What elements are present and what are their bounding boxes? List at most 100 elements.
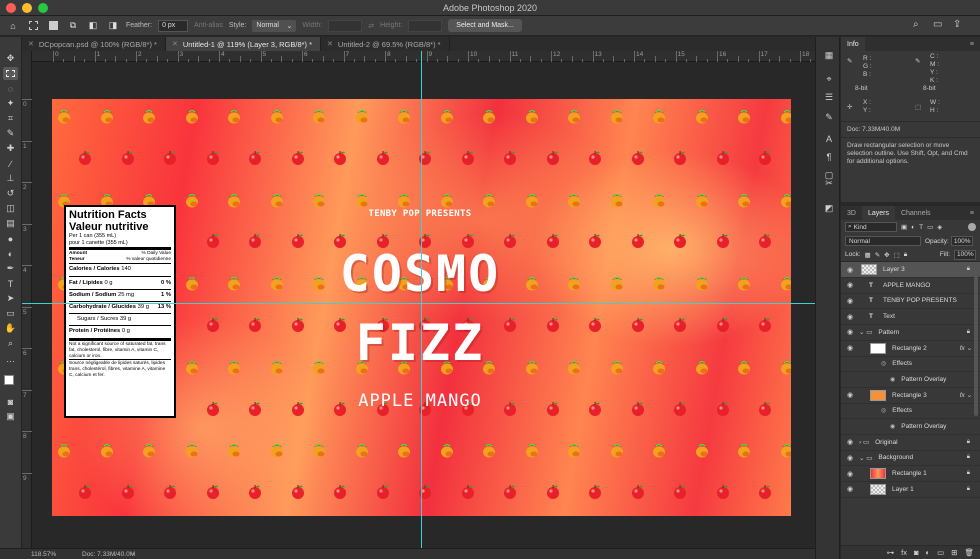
add-style-icon[interactable]: fx <box>901 548 907 557</box>
height-input[interactable] <box>408 19 443 32</box>
tools-panel-icon[interactable]: ✂ <box>823 177 835 189</box>
feather-input[interactable]: 0 px <box>158 19 189 32</box>
layer-row[interactable]: ◎ Effects <box>841 356 980 373</box>
layer-row[interactable]: ◉ Pattern Overlay <box>841 372 980 388</box>
history-brush-icon[interactable]: ↺ <box>3 187 18 200</box>
filter-toggle[interactable] <box>968 223 976 231</box>
home-icon[interactable]: ⌂ <box>6 19 20 33</box>
eyedropper-icon[interactable]: ✎ <box>3 127 18 140</box>
healing-brush-icon[interactable]: ✚ <box>3 142 18 155</box>
blend-mode-select[interactable]: Normal <box>845 236 921 246</box>
gradient-icon[interactable]: ▤ <box>3 217 18 230</box>
brush-panel-icon[interactable]: ✎ <box>823 111 835 123</box>
share-icon[interactable]: ⇪ <box>953 19 961 30</box>
rectangular-marquee-icon[interactable] <box>3 67 18 80</box>
visibility-eye-icon[interactable]: ◉ <box>845 485 855 493</box>
anti-alias-checkbox[interactable]: Anti-alias <box>194 22 223 29</box>
eraser-icon[interactable]: ◫ <box>3 202 18 215</box>
filter-type-icon[interactable]: T <box>919 224 923 231</box>
subtract-selection-icon[interactable]: ◧ <box>86 19 100 33</box>
layer-name[interactable]: Pattern <box>878 329 899 336</box>
trash-icon[interactable]: 🗑︎ <box>964 548 974 557</box>
layer-row[interactable]: ◉ › ▭ Original 🔒︎ <box>841 435 980 451</box>
layer-name[interactable]: APPLE MANGO <box>883 282 930 289</box>
minimize-window-button[interactable] <box>22 2 32 13</box>
3d-panel-icon[interactable]: ◩ <box>823 202 835 214</box>
visibility-eye-icon[interactable]: ◉ <box>845 438 855 446</box>
lasso-icon[interactable]: ◌ <box>3 82 18 95</box>
visibility-eye-icon[interactable]: ◉ <box>845 454 855 462</box>
layer-row[interactable]: ◉ Pattern Overlay <box>841 419 980 435</box>
tab-3d[interactable]: 3D <box>841 206 862 220</box>
panel-menu-icon[interactable]: ≡ <box>970 210 974 217</box>
new-adjustment-icon[interactable]: ◐ <box>926 548 931 557</box>
layer-name[interactable]: Background <box>878 454 913 461</box>
zoom-icon[interactable]: ⌕ <box>3 337 18 350</box>
layer-name[interactable]: Effects <box>892 360 912 367</box>
layer-name[interactable]: Original <box>875 439 897 446</box>
layer-name[interactable]: TENBY POP PRESENTS <box>883 297 957 304</box>
add-selection-icon[interactable]: ⧉ <box>66 19 80 33</box>
visibility-eye-icon[interactable]: ◉ <box>845 297 855 305</box>
style-select[interactable]: Normal ⌄ <box>252 19 297 32</box>
quick-mask-icon[interactable]: ◙ <box>3 395 18 408</box>
clone-stamp-icon[interactable]: ⊥ <box>3 172 18 185</box>
select-and-mask-button[interactable]: Select and Mask... <box>448 19 522 32</box>
info-panel-icon[interactable]: ⌖ <box>823 73 835 85</box>
tab-dcpopcan[interactable]: ✕ DCpopcan.psd @ 100% (RGB/8*) * <box>22 37 166 51</box>
doc-size[interactable]: Doc: 7.33M/40.0M <box>82 551 135 558</box>
layer-row[interactable]: ◉ ⌄ ▭ Background 🔒︎ <box>841 450 980 467</box>
crop-icon[interactable]: ⌗ <box>3 112 18 125</box>
history-panel-icon[interactable]: ▦ <box>823 49 835 61</box>
link-layers-icon[interactable]: ⊶ <box>887 548 895 557</box>
hand-icon[interactable]: ✋ <box>3 322 18 335</box>
layer-name[interactable]: Pattern Overlay <box>901 376 946 383</box>
filter-pixel-icon[interactable]: ▣ <box>901 223 907 231</box>
lock-artboard-icon[interactable]: ⬚ <box>894 251 900 259</box>
visibility-eye-icon[interactable]: ◉ <box>845 281 855 289</box>
workspace-icon[interactable]: ▭ <box>933 19 942 30</box>
layer-name[interactable]: Rectangle 1 <box>892 470 927 477</box>
panel-menu-icon[interactable]: ≡ <box>970 41 974 48</box>
brush-icon[interactable]: ∕ <box>3 157 18 170</box>
tab-info[interactable]: Info <box>841 37 865 51</box>
zoom-level[interactable]: 118.57% <box>31 551 56 558</box>
move-tool-icon[interactable]: ✥ <box>3 52 18 65</box>
layer-effects-icon[interactable]: fx ⌄ <box>960 344 972 352</box>
layer-name[interactable]: Text <box>883 313 895 320</box>
new-layer-icon[interactable]: ⊞ <box>951 548 957 557</box>
adjustments-panel-icon[interactable]: ☰ <box>823 91 835 103</box>
vertical-guide[interactable] <box>421 51 422 548</box>
layer-row[interactable]: ◉ Rectangle 1 🔒︎ <box>841 466 980 483</box>
layer-name[interactable]: Pattern Overlay <box>901 423 946 430</box>
opacity-input[interactable]: 100% <box>950 236 973 246</box>
horizontal-guide[interactable] <box>22 303 815 304</box>
layer-name[interactable]: Layer 1 <box>892 486 914 493</box>
tab-untitled-2[interactable]: ✕ Untitled-2 @ 69.5% (RGB/8*) * <box>321 37 450 51</box>
visibility-eye-icon[interactable]: ◉ <box>845 470 855 478</box>
fill-input[interactable]: 100% <box>954 249 976 260</box>
layer-row[interactable]: ◉ Layer 3 🔒︎ <box>841 262 980 278</box>
filter-smart-object-icon[interactable]: ◈ <box>937 223 942 231</box>
layers-scrollbar[interactable] <box>974 266 978 416</box>
close-tab-icon[interactable]: ✕ <box>327 40 333 48</box>
visibility-eye-icon[interactable]: ◉ <box>845 391 855 399</box>
lock-all-icon[interactable]: 🔒︎ <box>904 251 907 259</box>
status-arrow-icon[interactable]: › <box>132 551 134 558</box>
tab-channels[interactable]: Channels <box>895 206 937 220</box>
lock-pixels-icon[interactable]: ✎ <box>875 251 880 259</box>
layer-row[interactable]: ◉ T Text <box>841 309 980 326</box>
filter-shape-icon[interactable]: ▭ <box>927 223 933 231</box>
type-icon[interactable]: T <box>3 277 18 290</box>
close-tab-icon[interactable]: ✕ <box>28 40 34 48</box>
pen-icon[interactable]: ✒ <box>3 262 18 275</box>
visibility-eye-icon[interactable]: ◉ <box>845 328 855 336</box>
layer-row[interactable]: ◉ Rectangle 3 fx ⌄ <box>841 388 980 404</box>
intersect-selection-icon[interactable]: ◨ <box>106 19 120 33</box>
foreground-color-swatch[interactable] <box>4 375 14 385</box>
paragraph-panel-icon[interactable]: ¶ <box>823 151 835 163</box>
layer-effects-icon[interactable]: fx ⌄ <box>960 391 972 399</box>
layer-row[interactable]: ◉ T APPLE MANGO <box>841 278 980 294</box>
layer-name[interactable]: Layer 3 <box>883 266 905 273</box>
title-line-1[interactable]: COSMO <box>300 247 540 301</box>
